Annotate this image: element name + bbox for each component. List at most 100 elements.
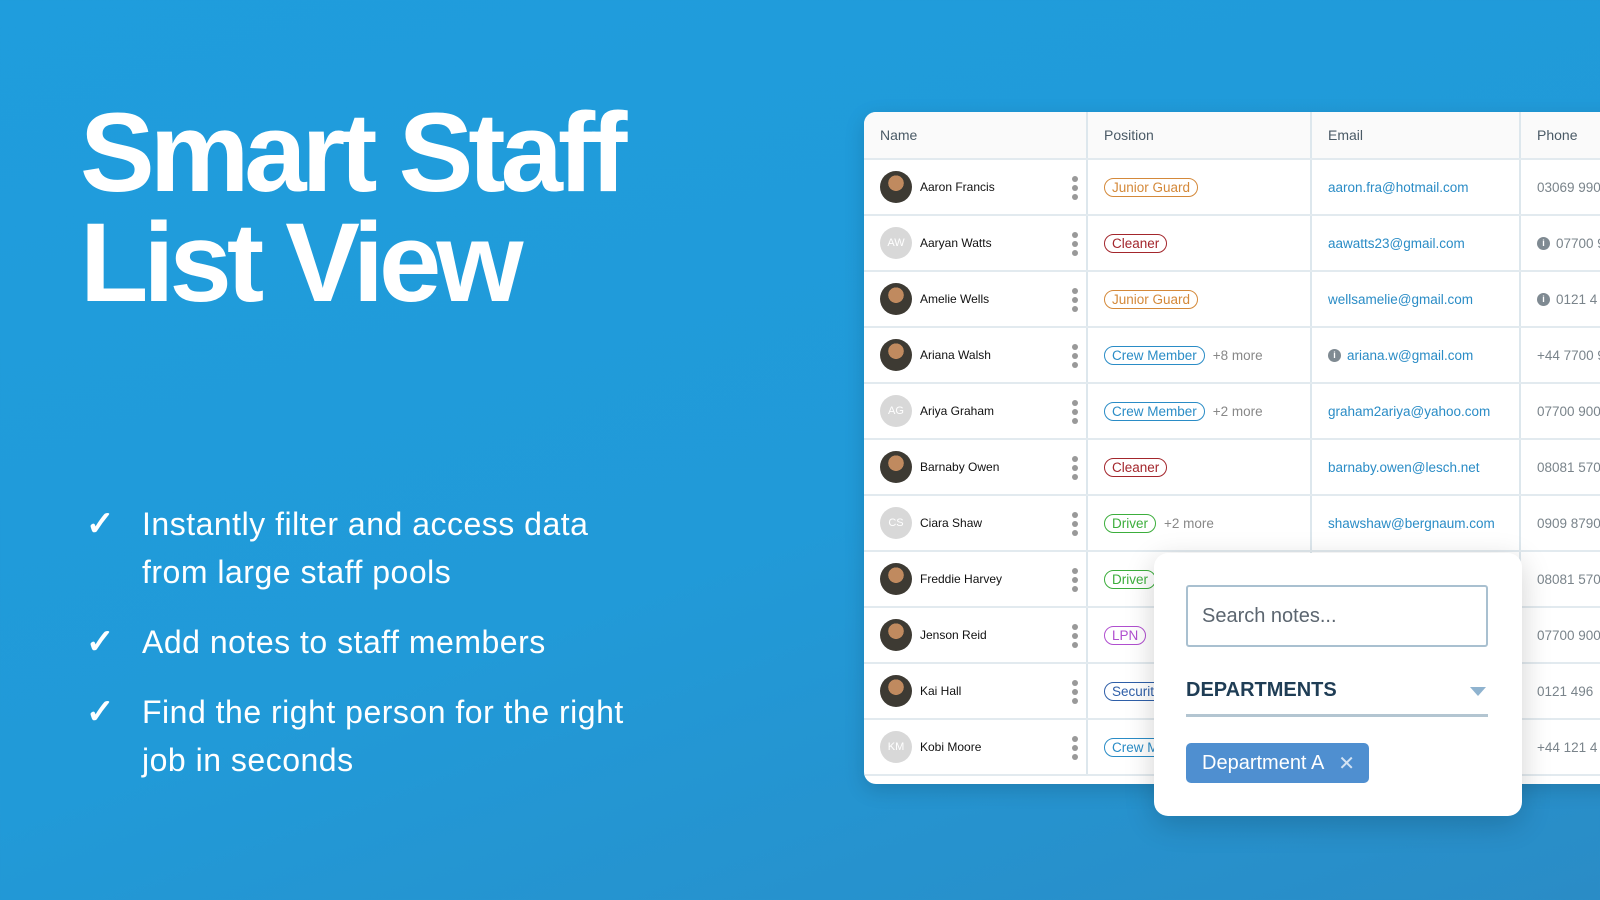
more-positions-link[interactable]: +2 more bbox=[1164, 516, 1214, 531]
feature-list: ✓ Instantly filter and access data from l… bbox=[86, 500, 662, 806]
chevron-down-icon[interactable] bbox=[1470, 687, 1486, 696]
departments-dropdown[interactable]: DEPARTMENTS bbox=[1186, 679, 1488, 717]
email-cell: aawatts23@gmail.com bbox=[1312, 216, 1521, 270]
avatar: AG bbox=[880, 395, 912, 427]
avatar bbox=[880, 171, 912, 203]
staff-name[interactable]: Kobi Moore bbox=[920, 740, 981, 754]
table-row[interactable]: Ariana Walsh Crew Member +8 more i arian… bbox=[864, 328, 1600, 384]
phone-cell: 07700 900 bbox=[1521, 384, 1600, 438]
email-link[interactable]: aaron.fra@hotmail.com bbox=[1328, 180, 1469, 195]
phone-number: 08081 570 bbox=[1537, 459, 1600, 475]
avatar bbox=[880, 619, 912, 651]
name-cell: KM Kobi Moore bbox=[864, 720, 1088, 774]
close-icon[interactable]: ✕ bbox=[1338, 751, 1355, 776]
table-row[interactable]: AW Aaryan Watts Cleaner aawatts23@gmail.… bbox=[864, 216, 1600, 272]
info-icon[interactable]: i bbox=[1328, 348, 1341, 362]
staff-name[interactable]: Ciara Shaw bbox=[920, 516, 982, 530]
email-link[interactable]: shawshaw@bergnaum.com bbox=[1328, 516, 1495, 531]
position-cell: Driver +2 more bbox=[1088, 496, 1312, 550]
more-options-icon[interactable] bbox=[1072, 680, 1078, 704]
email-link[interactable]: aawatts23@gmail.com bbox=[1328, 236, 1465, 251]
position-cell: Cleaner bbox=[1088, 216, 1312, 270]
position-cell: Crew Member +2 more bbox=[1088, 384, 1312, 438]
position-badge: Crew Member bbox=[1104, 401, 1205, 421]
notes-filter-popup: DEPARTMENTS Department A ✕ bbox=[1154, 553, 1522, 816]
check-icon: ✓ bbox=[86, 623, 115, 661]
search-notes-input[interactable] bbox=[1186, 585, 1488, 647]
more-options-icon[interactable] bbox=[1072, 736, 1078, 760]
name-cell: Kai Hall bbox=[864, 664, 1088, 718]
email-link[interactable]: ariana.w@gmail.com bbox=[1347, 348, 1473, 363]
position-cell: Crew Member +8 more bbox=[1088, 328, 1312, 382]
email-link[interactable]: wellsamelie@gmail.com bbox=[1328, 292, 1473, 307]
email-cell: shawshaw@bergnaum.com bbox=[1312, 496, 1521, 550]
more-options-icon[interactable] bbox=[1072, 624, 1078, 648]
more-options-icon[interactable] bbox=[1072, 232, 1078, 256]
position-badge: Driver bbox=[1104, 569, 1156, 589]
staff-name[interactable]: Aaron Francis bbox=[920, 180, 995, 194]
title-line-2: List View bbox=[80, 200, 523, 325]
phone-number: 0121 496 bbox=[1537, 683, 1594, 699]
phone-cell: 08081 570 bbox=[1521, 440, 1600, 494]
phone-number: 03069 990 bbox=[1537, 179, 1600, 195]
more-options-icon[interactable] bbox=[1072, 288, 1078, 312]
check-icon: ✓ bbox=[86, 505, 115, 543]
feature-text: Find the right person for the right job … bbox=[142, 694, 624, 778]
feature-text: Add notes to staff members bbox=[142, 624, 546, 660]
staff-name[interactable]: Aaryan Watts bbox=[920, 236, 992, 250]
phone-cell: i 07700 9 bbox=[1521, 216, 1600, 270]
more-options-icon[interactable] bbox=[1072, 400, 1078, 424]
name-cell: AG Ariya Graham bbox=[864, 384, 1088, 438]
phone-number: 0909 8790 bbox=[1537, 515, 1600, 531]
position-cell: Junior Guard bbox=[1088, 160, 1312, 214]
table-row[interactable]: Amelie Wells Junior Guard wellsamelie@gm… bbox=[864, 272, 1600, 328]
position-cell: Cleaner bbox=[1088, 440, 1312, 494]
column-header-email[interactable]: Email bbox=[1312, 112, 1521, 158]
staff-name[interactable]: Kai Hall bbox=[920, 684, 961, 698]
check-icon: ✓ bbox=[86, 693, 115, 731]
name-cell: Amelie Wells bbox=[864, 272, 1088, 326]
more-positions-link[interactable]: +2 more bbox=[1213, 404, 1263, 419]
phone-cell: 07700 900 bbox=[1521, 608, 1600, 662]
staff-name[interactable]: Ariya Graham bbox=[920, 404, 994, 418]
more-positions-link[interactable]: +8 more bbox=[1213, 348, 1263, 363]
phone-number: 07700 9 bbox=[1556, 235, 1600, 251]
phone-number: 0121 4 bbox=[1556, 291, 1598, 307]
email-link[interactable]: barnaby.owen@lesch.net bbox=[1328, 460, 1480, 475]
avatar bbox=[880, 451, 912, 483]
more-options-icon[interactable] bbox=[1072, 176, 1078, 200]
column-header-phone[interactable]: Phone bbox=[1521, 112, 1600, 158]
staff-name[interactable]: Freddie Harvey bbox=[920, 572, 1002, 586]
phone-cell: 03069 990 bbox=[1521, 160, 1600, 214]
more-options-icon[interactable] bbox=[1072, 344, 1078, 368]
table-row[interactable]: Aaron Francis Junior Guard aaron.fra@hot… bbox=[864, 160, 1600, 216]
avatar bbox=[880, 283, 912, 315]
name-cell: Barnaby Owen bbox=[864, 440, 1088, 494]
phone-cell: i 0121 4 bbox=[1521, 272, 1600, 326]
feature-item: ✓ Add notes to staff members bbox=[86, 618, 662, 666]
email-link[interactable]: graham2ariya@yahoo.com bbox=[1328, 404, 1490, 419]
column-header-position[interactable]: Position bbox=[1088, 112, 1312, 158]
departments-label: DEPARTMENTS bbox=[1186, 679, 1337, 701]
table-row[interactable]: AG Ariya Graham Crew Member +2 more grah… bbox=[864, 384, 1600, 440]
name-cell: AW Aaryan Watts bbox=[864, 216, 1088, 270]
position-badge: Cleaner bbox=[1104, 233, 1168, 253]
more-options-icon[interactable] bbox=[1072, 568, 1078, 592]
staff-name[interactable]: Ariana Walsh bbox=[920, 348, 991, 362]
more-options-icon[interactable] bbox=[1072, 512, 1078, 536]
email-cell: i ariana.w@gmail.com bbox=[1312, 328, 1521, 382]
avatar: CS bbox=[880, 507, 912, 539]
info-icon[interactable]: i bbox=[1537, 236, 1550, 250]
staff-name[interactable]: Jenson Reid bbox=[920, 628, 987, 642]
phone-cell: +44 121 4 bbox=[1521, 720, 1600, 774]
more-options-icon[interactable] bbox=[1072, 456, 1078, 480]
avatar: KM bbox=[880, 731, 912, 763]
table-row[interactable]: CS Ciara Shaw Driver +2 more shawshaw@be… bbox=[864, 496, 1600, 552]
staff-name[interactable]: Barnaby Owen bbox=[920, 460, 999, 474]
staff-name[interactable]: Amelie Wells bbox=[920, 292, 989, 306]
table-row[interactable]: Barnaby Owen Cleaner barnaby.owen@lesch.… bbox=[864, 440, 1600, 496]
column-header-name[interactable]: Name bbox=[864, 112, 1088, 158]
info-icon[interactable]: i bbox=[1537, 292, 1550, 306]
phone-cell: 0909 8790 bbox=[1521, 496, 1600, 550]
phone-number: 07700 900 bbox=[1537, 403, 1600, 419]
